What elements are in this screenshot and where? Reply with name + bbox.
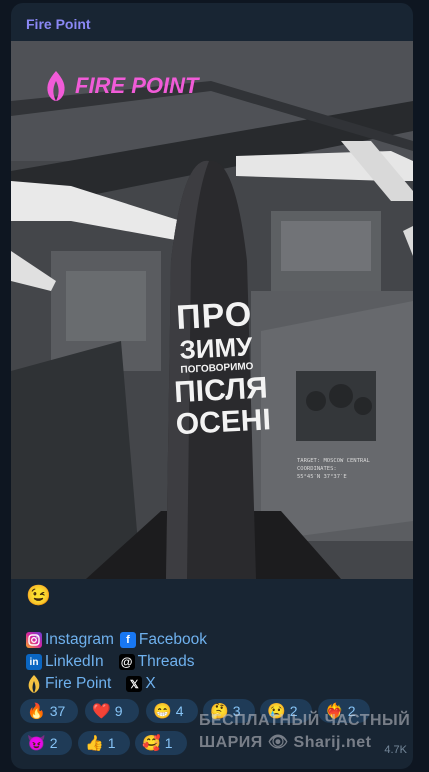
fire-point-icon: [26, 675, 42, 693]
message-bubble: Fire Point FIRE POINT ПРО ЗИМУ ПОГОВОРИМ…: [11, 3, 413, 769]
wink-emoji: 😉: [26, 585, 51, 607]
coordinates-label: COORDINATES:: [297, 465, 337, 472]
reaction-thumbs-up[interactable]: 👍 1: [78, 731, 130, 755]
watermark-line: ШАРИЯ: [199, 734, 263, 752]
threads-link[interactable]: @ Threads: [118, 653, 195, 671]
threads-label: Threads: [137, 653, 195, 670]
fire-point-label: Fire Point: [45, 675, 112, 692]
channel-name[interactable]: Fire Point: [26, 16, 91, 32]
smiling-hearts-emoji: 🥰: [142, 734, 161, 752]
headline-line: ПРО: [175, 295, 254, 338]
fire-point-logo: FIRE POINT: [43, 71, 198, 101]
message-photo[interactable]: FIRE POINT ПРО ЗИМУ ПОГОВОРИМО ПІСЛЯ ОСЕ…: [11, 41, 413, 579]
fire-point-link[interactable]: Fire Point: [26, 675, 111, 693]
links-row-3: Fire Point 𝕏 X: [26, 673, 156, 695]
grin-emoji: 😁: [153, 702, 172, 720]
x-link[interactable]: 𝕏 X: [126, 675, 156, 693]
reaction-count: 9: [114, 703, 123, 719]
target-info: TARGET: MOSCOW CENTRAL COORDINATES: 55°4…: [297, 458, 409, 482]
linkedin-link[interactable]: in LinkedIn: [26, 653, 104, 671]
reaction-devil[interactable]: 😈 2: [20, 731, 72, 755]
reaction-fire[interactable]: 🔥 37: [20, 699, 78, 723]
instagram-label: Instagram: [45, 631, 114, 648]
instagram-link[interactable]: Instagram: [26, 631, 114, 649]
poster-headline: ПРО ЗИМУ ПОГОВОРИМО ПІСЛЯ ОСЕНІ: [169, 295, 272, 442]
fire-point-logo-icon: [47, 71, 65, 101]
linkedin-icon: in: [26, 654, 42, 670]
links-row-1: Instagram f Facebook: [26, 629, 207, 651]
x-label: X: [145, 675, 156, 692]
fire-point-logo-text: FIRE POINT: [75, 73, 199, 98]
target-label: TARGET: MOSCOW CENTRAL: [297, 458, 370, 464]
reaction-heart[interactable]: ❤️ 9: [85, 699, 139, 723]
watermark-line: БЕСПЛАТНЫЙ ЧАСТНЫЙ: [199, 712, 411, 729]
devil-emoji: 😈: [27, 734, 46, 752]
headline-line: ПІСЛЯ: [173, 371, 269, 410]
watermark-line: Sharij.net: [293, 734, 372, 752]
coordinates-value: 55°45′N 37°37′E: [297, 473, 347, 480]
reaction-count: 1: [107, 735, 116, 751]
threads-icon: @: [118, 654, 135, 670]
facebook-link[interactable]: f Facebook: [119, 631, 207, 649]
linkedin-label: LinkedIn: [45, 653, 104, 670]
facebook-icon: f: [119, 632, 136, 648]
reaction-count: 2: [49, 735, 58, 751]
heart-emoji: ❤️: [92, 702, 111, 720]
links-row-2: in LinkedIn @ Threads: [26, 651, 194, 673]
headline-line: ЗИМУ: [178, 331, 254, 365]
x-icon: 𝕏: [126, 676, 143, 692]
reaction-grin[interactable]: 😁 4: [146, 699, 198, 723]
thumbs-up-emoji: 👍: [85, 734, 104, 752]
reaction-count: 37: [49, 703, 66, 719]
reaction-count: 1: [164, 735, 173, 751]
reaction-love[interactable]: 🥰 1: [135, 731, 187, 755]
reaction-count: 4: [175, 703, 184, 719]
facebook-label: Facebook: [138, 631, 207, 648]
fire-emoji: 🔥: [27, 702, 46, 720]
instagram-icon: [26, 632, 42, 648]
eye-icon: 👁: [267, 734, 289, 752]
headline-line: ОСЕНІ: [175, 403, 272, 442]
view-count: 4.7K: [384, 744, 407, 756]
